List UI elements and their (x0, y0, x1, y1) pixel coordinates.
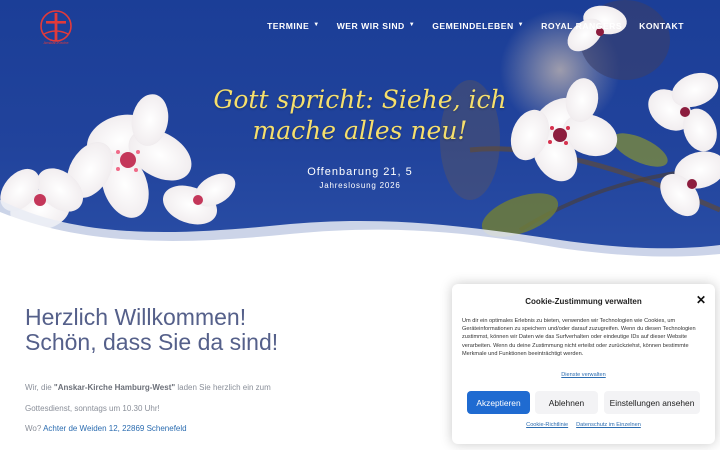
intro-prefix: Wir, die (25, 383, 54, 392)
intro-suffix: laden Sie herzlich ein zum (175, 383, 271, 392)
decline-button[interactable]: Ablehnen (535, 391, 598, 414)
nav-item-label: ROYAL RANGERS (541, 21, 623, 31)
nav-item-label: KONTAKT (639, 21, 684, 31)
manage-services-link[interactable]: Dienste verwalten (452, 372, 715, 378)
main-navigation: TERMINE ▼ WER WIR SIND ▼ GEMEINDELEBEN ▼… (267, 21, 684, 31)
nav-item-royal-rangers[interactable]: ROYAL RANGERS (541, 21, 622, 31)
chevron-down-icon: ▼ (313, 22, 320, 28)
nav-item-termine[interactable]: TERMINE ▼ (267, 21, 320, 31)
nav-item-gemeindeleben[interactable]: GEMEINDELEBEN ▼ (432, 21, 524, 31)
welcome-heading: Herzlich Willkommen! Schön, dass Sie da … (25, 305, 278, 355)
hero-subtitle: Jahreslosung 2026 (319, 181, 401, 190)
chevron-down-icon: ▼ (408, 22, 416, 28)
cookie-consent-dialog: Cookie-Zustimmung verwalten ✕ Um dir ein… (452, 284, 715, 444)
chevron-down-icon: ▼ (517, 22, 525, 28)
nav-item-label: GEMEINDELEBEN (432, 21, 514, 31)
verse-line-2: mache alles neu! (252, 116, 468, 145)
hero-verse: Gott spricht: Siehe, ich mache alles neu… (200, 84, 520, 146)
privacy-policy-link[interactable]: Datenschutz im Einzelnen (576, 422, 641, 428)
cookie-dialog-title: Cookie-Zustimmung verwalten (525, 297, 642, 306)
view-settings-button[interactable]: Einstellungen ansehen (604, 391, 700, 414)
hero-banner: Anskar-Kirche TERMINE ▼ WER WIR SIND ▼ G… (0, 0, 720, 262)
church-name: "Anskar-Kirche Hamburg-West" (53, 383, 176, 392)
welcome-line-1: Herzlich Willkommen! (25, 304, 247, 330)
nav-item-label: WER WIR SIND (336, 21, 405, 31)
service-time: Gottesdienst, sonntags um 10.30 Uhr! (25, 404, 160, 413)
welcome-intro: Wir, die "Anskar-Kirche Hamburg-West" la… (25, 383, 271, 392)
close-icon[interactable]: ✕ (696, 294, 706, 306)
nav-item-wer-wir-sind[interactable]: WER WIR SIND ▼ (337, 21, 416, 31)
address-link[interactable]: Achter de Weiden 12, 22869 Schenefeld (43, 424, 187, 433)
cookie-dialog-text: Um dir ein optimales Erlebnis zu bieten,… (462, 318, 696, 357)
cookie-footer-links: Cookie-Richtlinie Datenschutz im Einzeln… (452, 422, 715, 428)
nav-item-label: TERMINE (267, 21, 310, 31)
nav-item-kontakt[interactable]: KONTAKT (639, 21, 684, 31)
verse-reference: Offenbarung 21, 5 (307, 166, 413, 178)
accept-button[interactable]: Akzeptieren (467, 391, 530, 414)
address-prefix: Wo? (25, 424, 44, 433)
welcome-line-2: Schön, dass Sie da sind! (25, 329, 279, 355)
page: Anskar-Kirche TERMINE ▼ WER WIR SIND ▼ G… (0, 0, 720, 450)
verse-line-1: Gott spricht: Siehe, ich (213, 85, 507, 114)
logo-text: Anskar-Kirche (43, 40, 69, 45)
address-line: Wo? Achter de Weiden 12, 22869 Schenefel… (25, 424, 187, 433)
cookie-policy-link[interactable]: Cookie-Richtlinie (526, 422, 568, 428)
